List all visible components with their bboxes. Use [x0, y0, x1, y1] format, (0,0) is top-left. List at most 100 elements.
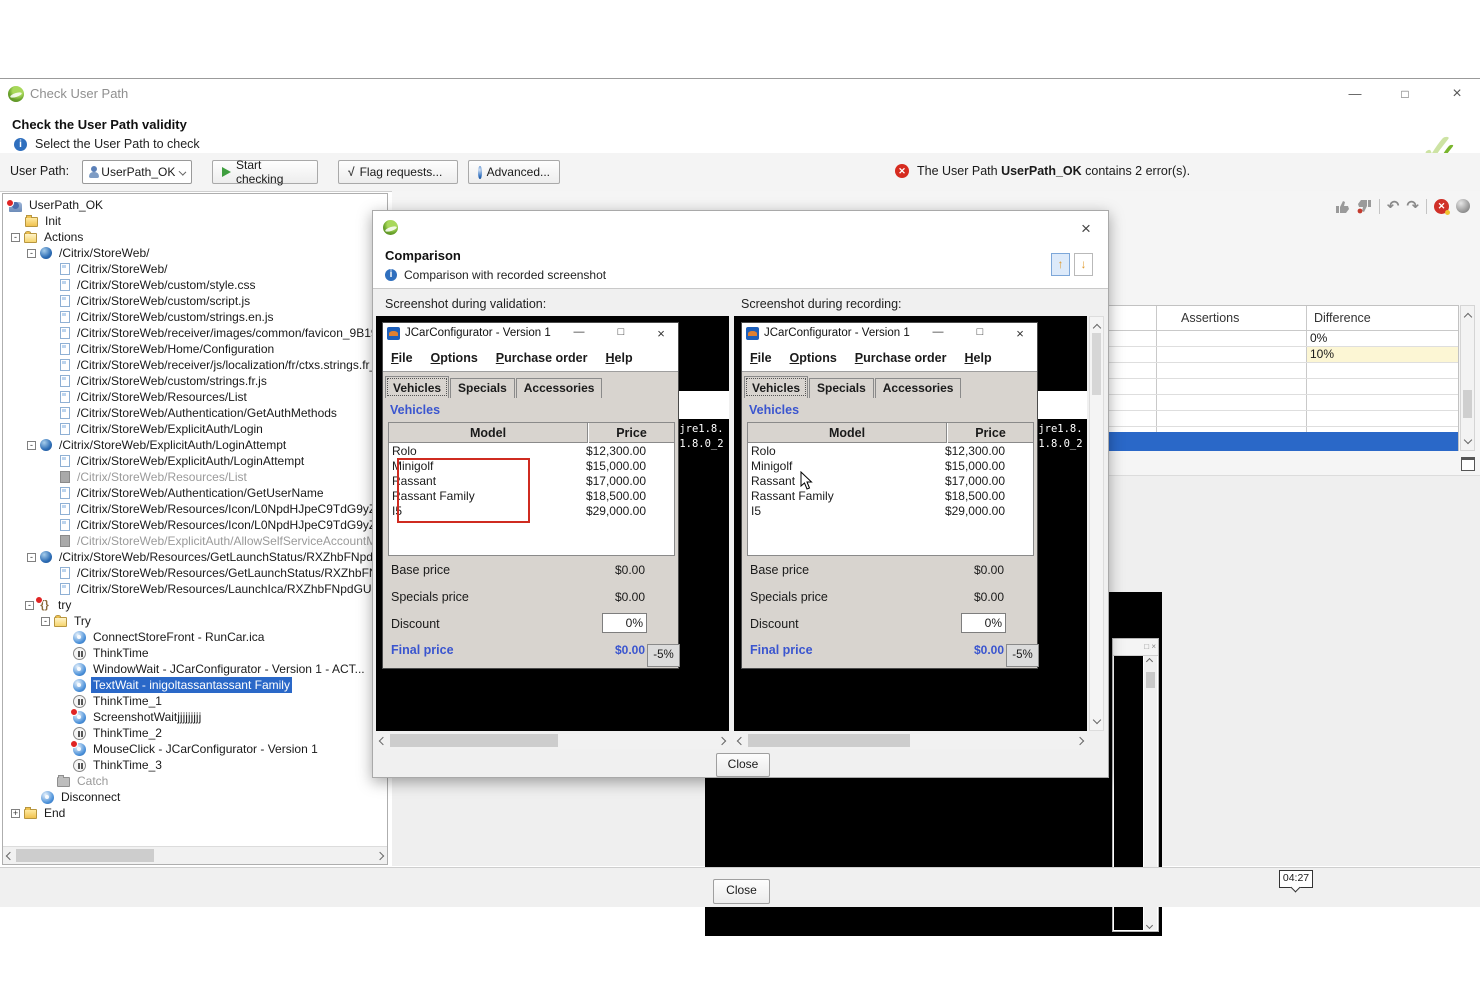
close-button[interactable]: ×: [1440, 82, 1474, 106]
recording-horizontal-scrollbar[interactable]: [734, 732, 1087, 749]
tree-item[interactable]: ScreenshotWaitjjjjjjjjj: [3, 709, 387, 725]
tree-item[interactable]: /Citrix/StoreWeb/Resources/Icon/L0NpdHJp…: [3, 501, 387, 517]
error-filter-icon[interactable]: ✕: [1434, 199, 1449, 214]
globe-filter-icon[interactable]: [1456, 199, 1470, 213]
tree-item[interactable]: ConnectStoreFront - RunCar.ica: [3, 629, 387, 645]
tree-item[interactable]: ThinkTime_3: [3, 757, 387, 773]
user-icon: [9, 202, 22, 212]
tree-item[interactable]: /Citrix/StoreWeb/Authentication/GetAuthM…: [3, 405, 387, 421]
scroll-down-arrow[interactable]: [1090, 711, 1103, 728]
tree-item-label: /Citrix/StoreWeb/custom/script.js: [75, 293, 252, 309]
minimize-button[interactable]: —: [1338, 82, 1372, 106]
scroll-thumb[interactable]: [390, 734, 558, 747]
collapse-icon[interactable]: -: [11, 233, 20, 242]
tree-item[interactable]: /Citrix/StoreWeb/Resources/Icon/L0NpdHJp…: [3, 517, 387, 533]
tree-item[interactable]: TextWait - inigoltassantassant Family: [3, 677, 387, 693]
thumbs-up-icon[interactable]: [1335, 199, 1350, 214]
tree-item[interactable]: /Citrix/StoreWeb/Resources/List: [3, 469, 387, 485]
wizard-header: Check the User Path validity i Select th…: [0, 109, 1480, 154]
expand-icon[interactable]: +: [11, 809, 20, 818]
tree-item[interactable]: +End: [3, 805, 387, 821]
collapse-icon[interactable]: -: [27, 441, 36, 450]
scroll-up-arrow[interactable]: [1143, 656, 1156, 666]
difference-cell[interactable]: 10%: [1310, 346, 1334, 362]
tree-item[interactable]: /Citrix/StoreWeb/custom/script.js: [3, 293, 387, 309]
tree-item[interactable]: WindowWait - JCarConfigurator - Version …: [3, 661, 387, 677]
tree-item[interactable]: /Citrix/StoreWeb/receiver/js/localizatio…: [3, 357, 387, 373]
collapse-icon[interactable]: -: [27, 249, 36, 258]
scroll-thumb[interactable]: [1146, 672, 1155, 688]
tree-item[interactable]: /Citrix/StoreWeb/custom/style.css: [3, 277, 387, 293]
scroll-down-arrow[interactable]: [1143, 920, 1156, 930]
scroll-up-arrow[interactable]: [1461, 308, 1474, 325]
tree-item[interactable]: Init: [3, 213, 387, 229]
tree-item[interactable]: /Citrix/StoreWeb/: [3, 261, 387, 277]
tree-item[interactable]: -/Citrix/StoreWeb/: [3, 245, 387, 261]
undo-icon[interactable]: ↶: [1387, 198, 1400, 214]
tree-item[interactable]: /Citrix/StoreWeb/receiver/images/common/…: [3, 325, 387, 341]
column-header-difference[interactable]: Difference: [1314, 306, 1371, 330]
tree-item[interactable]: /Citrix/StoreWeb/Resources/GetLaunchStat…: [3, 565, 387, 581]
tree-item[interactable]: -Actions: [3, 229, 387, 245]
tree-item[interactable]: UserPath_OK: [3, 197, 387, 213]
tree-item[interactable]: -/Citrix/StoreWeb/ExplicitAuth/LoginAtte…: [3, 437, 387, 453]
difference-cell[interactable]: 0%: [1310, 330, 1327, 346]
tree-item[interactable]: /Citrix/StoreWeb/Authentication/GetUserN…: [3, 485, 387, 501]
export-validation-icon[interactable]: ↑: [1051, 253, 1070, 276]
scroll-thumb[interactable]: [1463, 390, 1472, 418]
scroll-left-arrow[interactable]: [734, 732, 748, 749]
column-header-model: Model: [748, 423, 947, 443]
tree-item[interactable]: ThinkTime: [3, 645, 387, 661]
tree-item[interactable]: ThinkTime_1: [3, 693, 387, 709]
tree-item[interactable]: /Citrix/StoreWeb/ExplicitAuth/AllowSelfS…: [3, 533, 387, 549]
collapse-icon[interactable]: -: [27, 553, 36, 562]
discount-5-button: -5%: [647, 644, 680, 667]
tree-item[interactable]: /Citrix/StoreWeb/custom/strings.fr.js: [3, 373, 387, 389]
scroll-down-arrow[interactable]: [1461, 431, 1474, 448]
tree-item[interactable]: /Citrix/StoreWeb/Home/Configuration: [3, 341, 387, 357]
results-vertical-scrollbar[interactable]: [1460, 305, 1475, 451]
tree-item[interactable]: MouseClick - JCarConfigurator - Version …: [3, 741, 387, 757]
tree-item[interactable]: ThinkTime_2: [3, 725, 387, 741]
start-checking-button[interactable]: Start checking: [212, 160, 318, 184]
tree-item-label: /Citrix/StoreWeb/Resources/Icon/L0NpdHJp…: [75, 501, 388, 517]
tree-item[interactable]: /Citrix/StoreWeb/ExplicitAuth/Login: [3, 421, 387, 437]
scroll-left-arrow[interactable]: [376, 732, 390, 749]
thumbs-down-icon[interactable]: [1357, 199, 1372, 214]
globe-icon: [40, 247, 52, 259]
tree-item[interactable]: Catch: [3, 773, 387, 789]
user-path-select[interactable]: UserPath_OK: [82, 160, 192, 184]
scroll-right-arrow[interactable]: [373, 847, 387, 864]
scroll-left-arrow[interactable]: [3, 847, 17, 864]
export-recording-icon[interactable]: ↓: [1074, 253, 1093, 276]
dialog-vertical-scrollbar[interactable]: [1089, 316, 1104, 731]
scroll-right-arrow[interactable]: [715, 732, 729, 749]
tree-item[interactable]: -Try: [3, 613, 387, 629]
restore-panel-icon[interactable]: [1461, 457, 1475, 471]
collapse-icon[interactable]: -: [41, 617, 50, 626]
validation-horizontal-scrollbar[interactable]: [376, 732, 729, 749]
scroll-thumb[interactable]: [1092, 333, 1101, 395]
scroll-thumb[interactable]: [16, 849, 154, 862]
tree-horizontal-scrollbar[interactable]: [3, 846, 387, 864]
close-wizard-button[interactable]: Close: [713, 879, 770, 904]
tree-item[interactable]: /Citrix/StoreWeb/Resources/List: [3, 389, 387, 405]
tree-item[interactable]: /Citrix/StoreWeb/Resources/LaunchIca/RXZ…: [3, 581, 387, 597]
maximize-button[interactable]: □: [1388, 82, 1422, 106]
tree-item[interactable]: -/Citrix/StoreWeb/Resources/GetLaunchSta…: [3, 549, 387, 565]
redo-icon[interactable]: ↷: [1406, 198, 1419, 214]
flag-requests-button[interactable]: √ Flag requests...: [338, 160, 458, 184]
dialog-close-icon[interactable]: ×: [1076, 219, 1096, 239]
advanced-button[interactable]: Advanced...: [468, 160, 560, 184]
tree-item[interactable]: /Citrix/StoreWeb/custom/strings.en.js: [3, 309, 387, 325]
column-header-assertions[interactable]: Assertions: [1181, 306, 1239, 330]
collapse-icon[interactable]: -: [25, 601, 34, 610]
page-icon: [60, 503, 70, 515]
column-header-price: Price: [589, 423, 674, 443]
scroll-right-arrow[interactable]: [1073, 732, 1087, 749]
tree-item[interactable]: -{}try: [3, 597, 387, 613]
tree-item[interactable]: Disconnect: [3, 789, 387, 805]
tree-item[interactable]: /Citrix/StoreWeb/ExplicitAuth/LoginAttem…: [3, 453, 387, 469]
scroll-thumb[interactable]: [748, 734, 910, 747]
dialog-close-button[interactable]: Close: [716, 753, 770, 777]
